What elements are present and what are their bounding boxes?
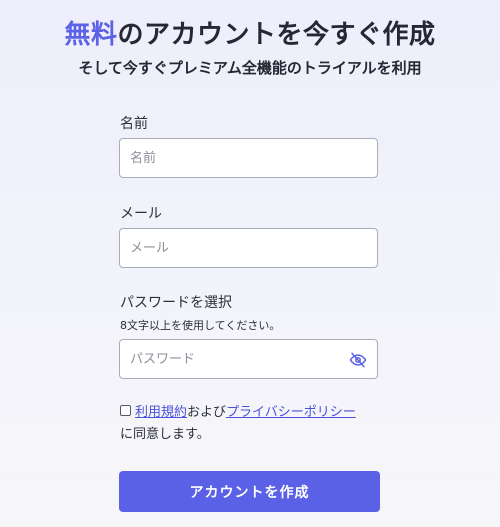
name-input[interactable] (120, 139, 377, 177)
email-input[interactable] (120, 229, 377, 267)
email-field-container (119, 228, 378, 268)
page-title: 無料のアカウントを今すぐ作成 (0, 14, 500, 51)
password-field-container (119, 339, 378, 379)
page-title-accent: 無料 (64, 20, 118, 50)
terms-suffix: に同意します。 (120, 427, 210, 442)
create-account-button[interactable]: アカウントを作成 (119, 471, 380, 512)
terms-of-service-link[interactable]: 利用規約 (135, 405, 187, 420)
name-field-container (119, 138, 378, 178)
name-label: 名前 (120, 116, 148, 132)
page-subtitle: そして今すぐプレミアム全機能のトライアルを利用 (78, 59, 422, 77)
terms-checkbox[interactable] (120, 405, 131, 416)
terms-agreement: 利用規約およびプライバシーポリシーに同意します。 (120, 402, 390, 446)
password-input[interactable] (120, 340, 377, 378)
privacy-policy-link[interactable]: プライバシーポリシー (226, 405, 356, 420)
password-hint: 8文字以上を使用してください。 (120, 319, 281, 332)
password-label: パスワードを選択 (120, 295, 232, 311)
email-label: メール (120, 206, 162, 222)
page-title-rest: のアカウントを今すぐ作成 (117, 20, 436, 50)
terms-conjunction: および (187, 405, 227, 420)
eye-off-icon[interactable] (349, 351, 367, 369)
